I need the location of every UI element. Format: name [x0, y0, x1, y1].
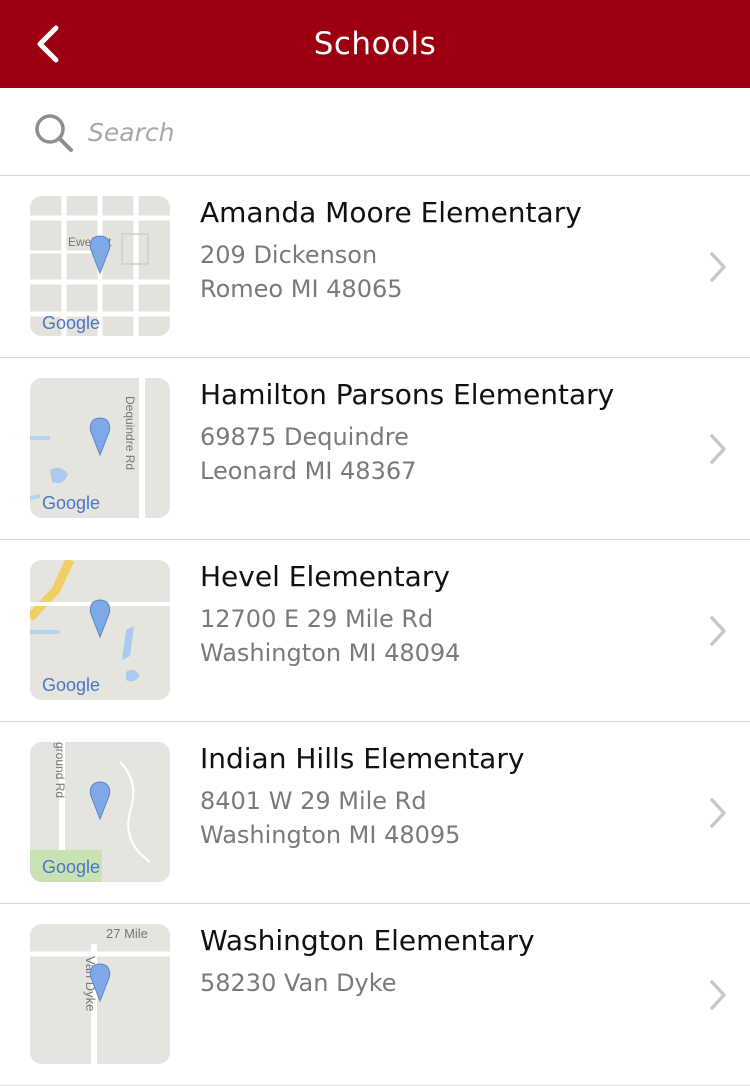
google-logo: Google [42, 675, 100, 695]
map-image: Dequindre Rd Google [30, 378, 170, 518]
list-item[interactable]: Dequindre Rd Google Hamilton Parsons Ele… [0, 358, 750, 540]
map-thumbnail: Ewell St Google [30, 196, 170, 336]
chevron-right-icon [710, 252, 726, 282]
school-name: Washington Elementary [200, 924, 535, 957]
google-logo: Google [42, 493, 100, 513]
map-thumbnail: Dequindre Rd Google [30, 378, 170, 518]
google-logo: Google [42, 313, 100, 333]
school-address-line2: Leonard MI 48367 [200, 457, 417, 485]
nav-bar: Schools [0, 0, 750, 88]
search-bar [0, 88, 750, 176]
school-address-line1: 12700 E 29 Mile Rd [200, 605, 434, 633]
back-button[interactable] [22, 18, 74, 70]
school-address-line1: 8401 W 29 Mile Rd [200, 787, 427, 815]
map-image: Google [30, 560, 170, 700]
google-logo: Google [42, 857, 100, 877]
map-image: ground Rd Google [30, 742, 170, 882]
list-item[interactable]: 27 Mile Van Dyke Washington Elementary 5… [0, 904, 750, 1086]
map-street-label: 27 Mile [106, 926, 148, 941]
school-list: Ewell St Google Amanda Moore Elementary … [0, 176, 750, 1086]
map-street-label: ground Rd [53, 742, 67, 798]
school-name: Indian Hills Elementary [200, 742, 525, 775]
page-title: Schools [313, 26, 437, 62]
chevron-right-icon [710, 980, 726, 1010]
map-street-label: Dequindre Rd [123, 396, 137, 470]
map-thumbnail: ground Rd Google [30, 742, 170, 882]
map-image: 27 Mile Van Dyke [30, 924, 170, 1064]
search-icon [35, 114, 73, 152]
school-address-line1: 58230 Van Dyke [200, 969, 397, 997]
school-name: Hamilton Parsons Elementary [200, 378, 615, 411]
school-address-line2: Washington MI 48094 [200, 639, 461, 667]
chevron-right-icon [710, 798, 726, 828]
chevron-right-icon [710, 616, 726, 646]
list-item[interactable]: Ewell St Google Amanda Moore Elementary … [0, 176, 750, 358]
list-item[interactable]: Google Hevel Elementary 12700 E 29 Mile … [0, 540, 750, 722]
school-name: Amanda Moore Elementary [200, 196, 582, 229]
school-address-line2: Romeo MI 48065 [200, 275, 403, 303]
school-address-line2: Washington MI 48095 [200, 821, 461, 849]
search-input[interactable] [88, 110, 708, 154]
list-item[interactable]: ground Rd Google Indian Hills Elementary… [0, 722, 750, 904]
school-address-line1: 69875 Dequindre [200, 423, 409, 451]
map-image: Ewell St Google [30, 196, 170, 336]
chevron-right-icon [710, 434, 726, 464]
map-thumbnail: 27 Mile Van Dyke [30, 924, 170, 1064]
school-address-line1: 209 Dickenson [200, 241, 378, 269]
map-thumbnail: Google [30, 560, 170, 700]
school-name: Hevel Elementary [200, 560, 450, 593]
chevron-left-icon [37, 25, 59, 63]
